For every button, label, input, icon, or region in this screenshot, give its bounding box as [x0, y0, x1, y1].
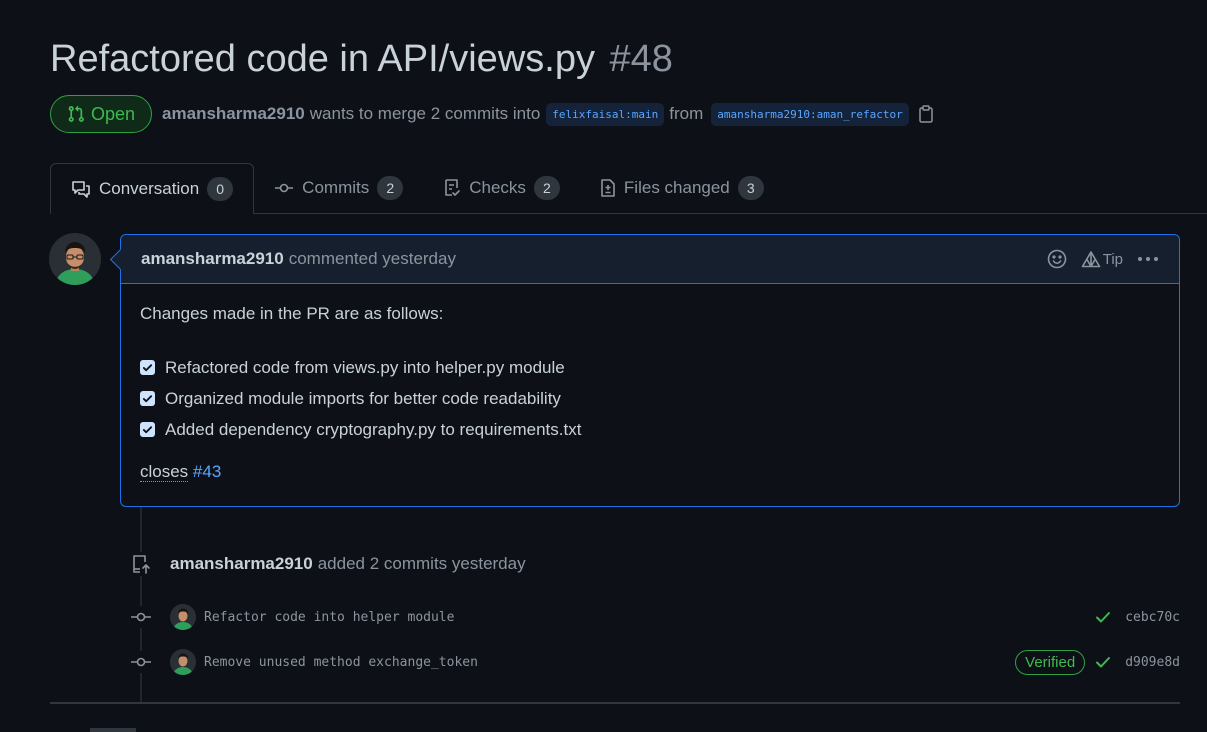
smiley-icon[interactable]: [1047, 249, 1067, 269]
event-author[interactable]: amansharma2910: [170, 554, 313, 574]
closes-keyword: closes: [140, 462, 189, 482]
tab-label: Files changed: [623, 178, 730, 197]
pr-title: Refactored code in API/views.py #48: [50, 38, 673, 81]
tab-files-changed[interactable]: Files changed 3: [580, 163, 784, 213]
pr-number: #48: [609, 38, 673, 80]
tab-count: 0: [207, 177, 234, 201]
comment-box: amansharma2910 commented yesterday Tip C…: [120, 234, 1180, 507]
pr-author-link[interactable]: amansharma2910: [162, 104, 305, 124]
state-label: Open: [91, 103, 136, 124]
avatar[interactable]: [49, 233, 101, 285]
commit-status: Verified d909e8d: [1015, 649, 1180, 675]
commit-message[interactable]: Refactor code into helper module: [204, 610, 454, 625]
git-commit-icon: [130, 651, 152, 673]
pr-tabs: Conversation 0 Commits 2 Checks 2 Files …: [50, 163, 1207, 214]
task-label: Organized module imports for better code…: [165, 388, 561, 408]
repo-push-icon: [130, 552, 152, 576]
tab-label: Conversation: [99, 179, 200, 198]
commit-message[interactable]: Remove unused method exchange_token: [204, 655, 478, 670]
merge-summary: amansharma2910 wants to merge 2 commits …: [162, 102, 934, 126]
tip-label: Tip: [1102, 250, 1123, 268]
tab-conversation[interactable]: Conversation 0: [50, 163, 255, 214]
task-checkbox[interactable]: [140, 422, 155, 437]
tab-label: Commits: [302, 178, 370, 197]
comment-actions: Tip: [1047, 249, 1159, 269]
tab-count: 2: [533, 176, 560, 200]
git-commit-icon: [130, 606, 152, 628]
base-branch[interactable]: felixfaisal:main: [546, 102, 665, 126]
git-pull-request-icon: [67, 105, 85, 123]
pull-request-page: Refactored code in API/views.py #48 Open…: [0, 0, 1207, 732]
task-checkbox[interactable]: [140, 391, 155, 406]
pr-title-text: Refactored code in API/views.py: [50, 38, 595, 80]
head-branch[interactable]: amansharma2910:aman_refactor: [711, 102, 909, 126]
commit-row: Remove unused method exchange_token Veri…: [130, 647, 1180, 677]
tab-count: 3: [737, 176, 764, 200]
checklist-icon: [443, 178, 461, 198]
commit-status: cebc70c: [1095, 610, 1180, 625]
task-label: Added dependency cryptography.py to requ…: [165, 419, 582, 439]
task-item: Refactored code from views.py into helpe…: [140, 352, 1160, 383]
comment-header: amansharma2910 commented yesterday Tip: [121, 235, 1179, 284]
task-label: Refactored code from views.py into helpe…: [165, 357, 565, 377]
file-diff-icon: [600, 178, 616, 198]
kebab-horizontal-icon[interactable]: [1137, 256, 1159, 262]
comment-body: Changes made in the PR are as follows: R…: [121, 284, 1179, 502]
event-text: added 2 commits yesterday: [317, 554, 526, 573]
avatar[interactable]: [170, 604, 196, 630]
commit-sha[interactable]: d909e8d: [1125, 655, 1180, 670]
next-item-fragment: [90, 728, 136, 732]
comment-meta[interactable]: commented yesterday: [289, 249, 456, 269]
issue-link[interactable]: #43: [193, 462, 221, 481]
timeline-event-commits: amansharma2910 added 2 commits yesterday: [130, 552, 526, 576]
triangle-tip-icon: [1081, 250, 1101, 268]
task-item: Organized module imports for better code…: [140, 383, 1160, 414]
clipboard-icon[interactable]: [918, 105, 934, 123]
timeline-divider: [50, 702, 1180, 704]
check-icon[interactable]: [1095, 655, 1111, 669]
tab-commits[interactable]: Commits 2: [254, 163, 423, 213]
comment-intro: Changes made in the PR are as follows:: [140, 304, 444, 323]
task-item: Added dependency cryptography.py to requ…: [140, 414, 1160, 445]
check-icon[interactable]: [1095, 610, 1111, 624]
git-commit-icon: [274, 181, 294, 195]
closes-line: closes #43: [140, 462, 1160, 482]
tab-count: 2: [377, 176, 404, 200]
task-checkbox[interactable]: [140, 360, 155, 375]
tab-checks[interactable]: Checks 2: [423, 163, 580, 213]
tab-label: Checks: [469, 178, 526, 197]
merge-text: wants to merge 2 commits into: [309, 104, 541, 123]
commit-row: Refactor code into helper module cebc70c: [130, 602, 1180, 632]
avatar[interactable]: [170, 649, 196, 675]
pr-meta: Open amansharma2910 wants to merge 2 com…: [50, 94, 934, 134]
state-badge: Open: [50, 95, 153, 133]
from-text: from: [669, 104, 704, 123]
commit-sha[interactable]: cebc70c: [1125, 610, 1180, 625]
comment-author[interactable]: amansharma2910: [141, 249, 284, 269]
tip-button[interactable]: Tip: [1081, 250, 1123, 268]
verified-badge[interactable]: Verified: [1015, 649, 1086, 675]
comment-discussion-icon: [71, 180, 91, 198]
